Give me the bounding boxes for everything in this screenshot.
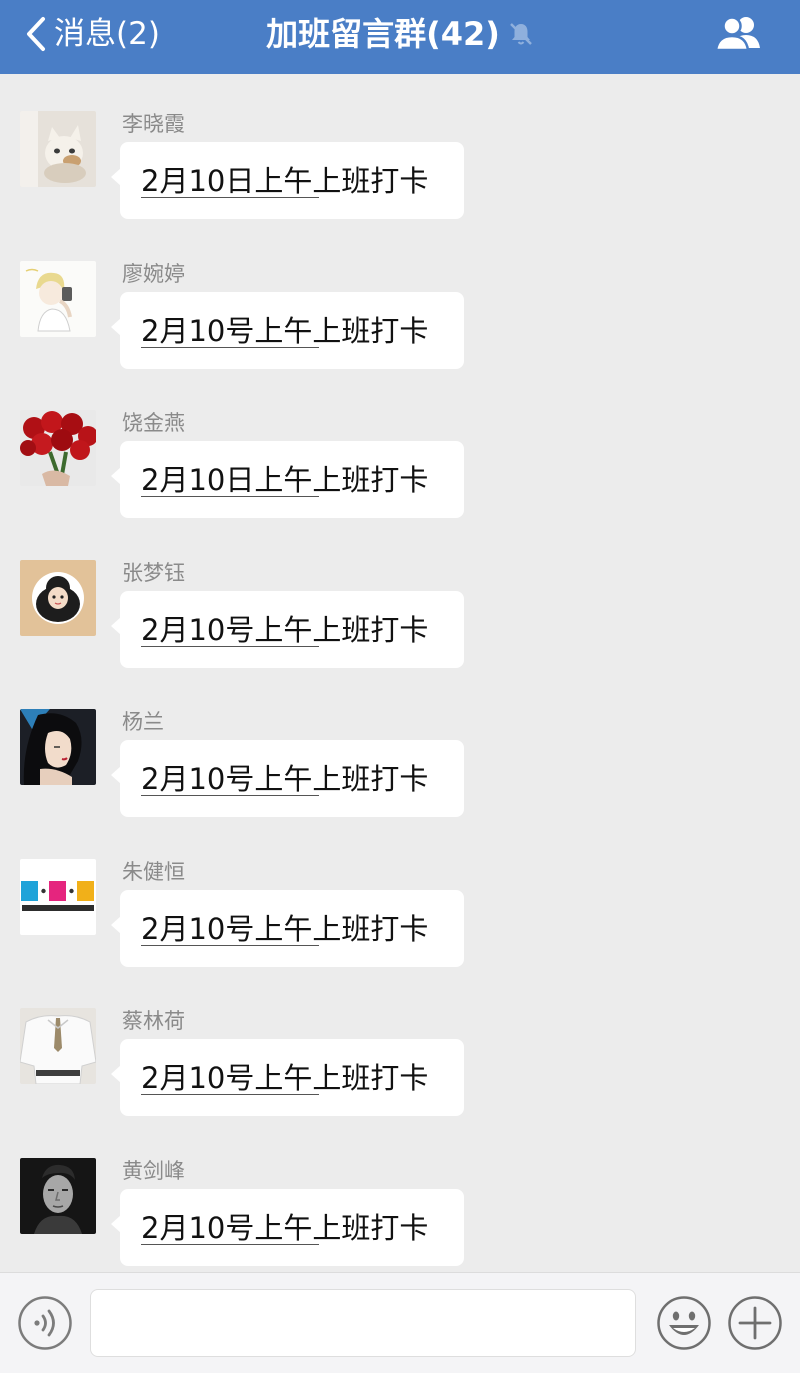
avatar[interactable] bbox=[20, 410, 96, 486]
message-text: 2月10日上午上班打卡 bbox=[141, 460, 428, 500]
emoji-button[interactable] bbox=[656, 1295, 712, 1351]
avatar[interactable] bbox=[20, 111, 96, 187]
sender-name: 蔡林荷 bbox=[122, 1009, 185, 1033]
message-item: 李晓霞 2月10日上午上班打卡 bbox=[0, 111, 800, 261]
message-item: 饶金燕 2月10日上午上班打卡 bbox=[0, 410, 800, 560]
message-text: 2月10号上午上班打卡 bbox=[141, 759, 428, 799]
header-bar: 消息(2) 加班留言群(42) bbox=[0, 0, 800, 74]
voice-button[interactable] bbox=[17, 1295, 73, 1351]
chat-title-area: 加班留言群(42) bbox=[0, 12, 800, 56]
avatar[interactable] bbox=[20, 709, 96, 785]
avatar[interactable] bbox=[20, 1158, 96, 1234]
message-bubble[interactable]: 2月10号上午上班打卡 bbox=[111, 890, 464, 967]
group-members-button[interactable] bbox=[712, 14, 764, 54]
avatar[interactable] bbox=[20, 560, 96, 636]
bell-off-icon bbox=[508, 21, 534, 47]
more-button[interactable] bbox=[727, 1295, 783, 1351]
sender-name: 饶金燕 bbox=[122, 411, 185, 435]
message-bubble[interactable]: 2月10日上午上班打卡 bbox=[111, 142, 464, 219]
message-item: 蔡林荷 2月10号上午上班打卡 bbox=[0, 1008, 800, 1158]
emoji-icon bbox=[656, 1295, 712, 1351]
group-members-icon bbox=[712, 14, 764, 54]
input-toolbar bbox=[0, 1272, 800, 1373]
message-bubble[interactable]: 2月10号上午上班打卡 bbox=[111, 591, 464, 668]
page-title: 加班留言群(42) bbox=[266, 15, 500, 53]
sender-name: 杨兰 bbox=[122, 710, 164, 734]
avatar[interactable] bbox=[20, 261, 96, 337]
message-text: 2月10号上午上班打卡 bbox=[141, 610, 428, 650]
sender-name: 廖婉婷 bbox=[122, 262, 185, 286]
message-item: 黄剑峰 2月10号上午上班打卡 bbox=[0, 1158, 800, 1272]
message-input[interactable] bbox=[90, 1289, 636, 1357]
message-text: 2月10号上午上班打卡 bbox=[141, 311, 428, 351]
message-text: 2月10号上午上班打卡 bbox=[141, 909, 428, 949]
voice-icon bbox=[17, 1295, 73, 1351]
message-text: 2月10日上午上班打卡 bbox=[141, 161, 428, 201]
message-item: 朱健恒 2月10号上午上班打卡 bbox=[0, 859, 800, 1009]
sender-name: 李晓霞 bbox=[122, 112, 185, 136]
message-item: 张梦钰 2月10号上午上班打卡 bbox=[0, 560, 800, 710]
message-item: 杨兰 2月10号上午上班打卡 bbox=[0, 709, 800, 859]
message-item: 廖婉婷 2月10号上午上班打卡 bbox=[0, 261, 800, 411]
avatar[interactable] bbox=[20, 859, 96, 935]
sender-name: 张梦钰 bbox=[122, 561, 185, 585]
avatar[interactable] bbox=[20, 1008, 96, 1084]
message-bubble[interactable]: 2月10号上午上班打卡 bbox=[111, 292, 464, 369]
message-text: 2月10号上午上班打卡 bbox=[141, 1208, 428, 1248]
message-bubble[interactable]: 2月10号上午上班打卡 bbox=[111, 1189, 464, 1266]
sender-name: 朱健恒 bbox=[122, 860, 185, 884]
message-bubble[interactable]: 2月10号上午上班打卡 bbox=[111, 1039, 464, 1116]
plus-icon bbox=[727, 1295, 783, 1351]
sender-name: 黄剑峰 bbox=[122, 1159, 185, 1183]
message-bubble[interactable]: 2月10日上午上班打卡 bbox=[111, 441, 464, 518]
message-text: 2月10号上午上班打卡 bbox=[141, 1058, 428, 1098]
message-list[interactable]: 李晓霞 2月10日上午上班打卡 廖婉婷 2月10号上午上班打卡 饶金燕 2月10… bbox=[0, 74, 800, 1272]
message-bubble[interactable]: 2月10号上午上班打卡 bbox=[111, 740, 464, 817]
